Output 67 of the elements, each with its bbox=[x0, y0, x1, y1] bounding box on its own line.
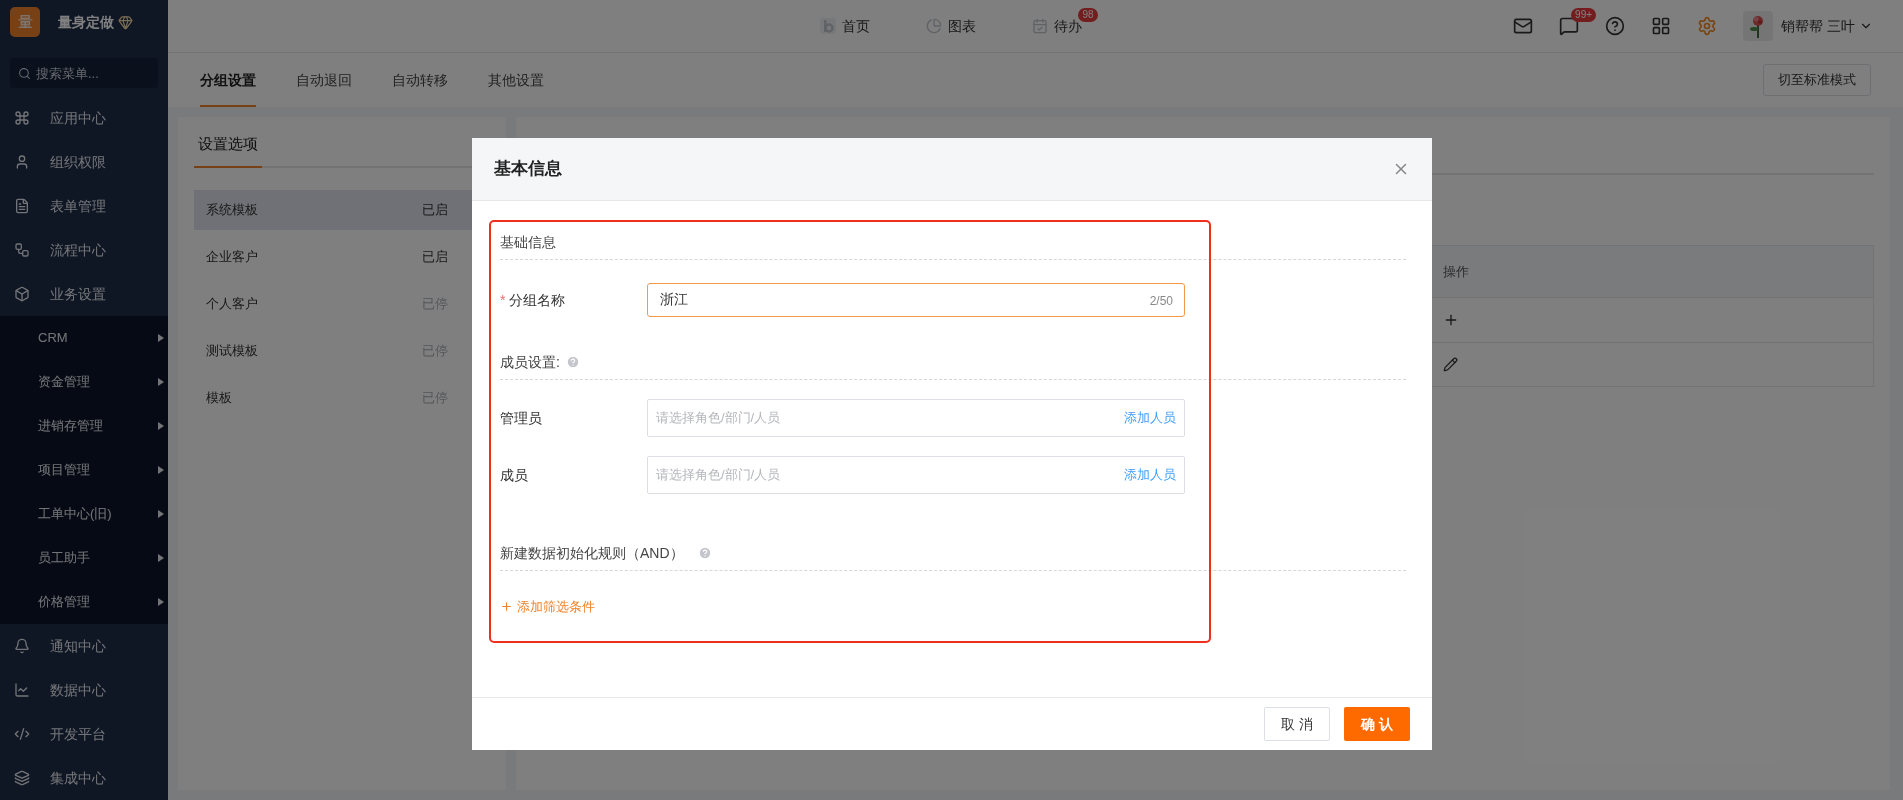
tab[interactable]: 自动转移 bbox=[392, 53, 448, 107]
brand-name: 量身定做 bbox=[58, 12, 114, 32]
template-name: 个人客户 bbox=[206, 294, 258, 313]
add-icon[interactable] bbox=[1443, 312, 1459, 328]
template-name: 企业客户 bbox=[206, 247, 258, 266]
pie-chart-icon bbox=[925, 18, 942, 34]
tab[interactable]: 自动退回 bbox=[296, 53, 352, 107]
search-icon bbox=[18, 67, 31, 80]
nav-link[interactable]: 首页 bbox=[819, 15, 870, 37]
section-title: 新建数据初始化规则（AND） bbox=[500, 544, 684, 562]
column-header: 操作 bbox=[1443, 262, 1469, 281]
mode-switch-button[interactable]: 切至标准模式 bbox=[1763, 64, 1871, 96]
flow-icon bbox=[14, 242, 30, 258]
field-label: 管理员 bbox=[500, 408, 543, 428]
user-icon bbox=[14, 154, 30, 170]
apps-grid-icon[interactable] bbox=[1651, 16, 1672, 36]
sidebar-item[interactable]: 数据中心 bbox=[0, 668, 168, 712]
sidebar-item[interactable]: 表单管理 bbox=[0, 184, 168, 228]
status-text: 已启 bbox=[422, 200, 449, 219]
panel-title: 设置选项 bbox=[194, 133, 262, 168]
sidebar-item[interactable]: 应用中心 bbox=[0, 96, 168, 140]
sidebar-item[interactable]: 组织权限 bbox=[0, 140, 168, 184]
field-label: 分组名称 bbox=[509, 290, 566, 310]
code-icon bbox=[14, 726, 30, 742]
logo[interactable]: 量 bbox=[10, 7, 40, 37]
sidebar-item[interactable]: 业务设置 bbox=[0, 272, 168, 316]
layers-icon bbox=[14, 770, 30, 786]
sidebar-item[interactable]: 通知中心 bbox=[0, 624, 168, 668]
confirm-button[interactable]: 确 认 bbox=[1344, 707, 1410, 741]
add-member-link[interactable]: 添加人员 bbox=[1124, 465, 1176, 485]
nav-link[interactable]: 图表 bbox=[925, 15, 976, 37]
sidebar-item[interactable]: 开发平台 bbox=[0, 712, 168, 756]
field-label: 成员 bbox=[500, 465, 529, 485]
search-field[interactable]: 搜索菜单... bbox=[10, 58, 158, 88]
help-icon[interactable] bbox=[1605, 16, 1626, 36]
diamond-icon bbox=[118, 14, 133, 30]
required-mark: * bbox=[500, 290, 506, 310]
chat-icon[interactable] bbox=[1559, 16, 1580, 36]
sidebar-item[interactable]: 流程中心 bbox=[0, 228, 168, 272]
tab[interactable]: 其他设置 bbox=[488, 53, 544, 107]
add-member-link[interactable]: 添加人员 bbox=[1124, 408, 1176, 428]
template-name: 系统模板 bbox=[206, 200, 258, 219]
edit-icon[interactable] bbox=[1443, 357, 1458, 372]
section-title: 成员设置: bbox=[500, 353, 560, 371]
sidebar-item[interactable]: 集成中心 bbox=[0, 756, 168, 800]
plus-icon bbox=[500, 600, 513, 614]
section-title: 基础信息 bbox=[500, 233, 557, 251]
mail-icon[interactable] bbox=[1513, 16, 1534, 36]
add-filter-link[interactable]: 添加筛选条件 bbox=[500, 597, 595, 617]
template-name: 测试模板 bbox=[206, 341, 258, 360]
template-name: 模板 bbox=[206, 388, 232, 407]
calendar-icon bbox=[1031, 18, 1048, 34]
bell-icon bbox=[14, 638, 30, 654]
b-logo-icon bbox=[819, 18, 836, 34]
grid-icon bbox=[14, 110, 30, 126]
cancel-button[interactable]: 取 消 bbox=[1264, 707, 1330, 741]
member-picker-field[interactable]: 请选择角色/部门/人员 添加人员 bbox=[647, 456, 1185, 494]
cube-icon bbox=[14, 286, 30, 302]
chart-icon bbox=[14, 682, 30, 698]
count-badge: 98 bbox=[1078, 7, 1098, 22]
count-badge: 99+ bbox=[1571, 8, 1597, 22]
user-name[interactable]: 销帮帮 三叶 bbox=[1781, 15, 1855, 37]
status-text: 已启 bbox=[422, 247, 449, 266]
character-counter: 2/50 bbox=[1149, 293, 1173, 310]
document-icon bbox=[14, 198, 30, 214]
member-picker-field[interactable]: 请选择角色/部门/人员 添加人员 bbox=[647, 399, 1185, 437]
dialog-title: 基本信息 bbox=[494, 158, 562, 181]
